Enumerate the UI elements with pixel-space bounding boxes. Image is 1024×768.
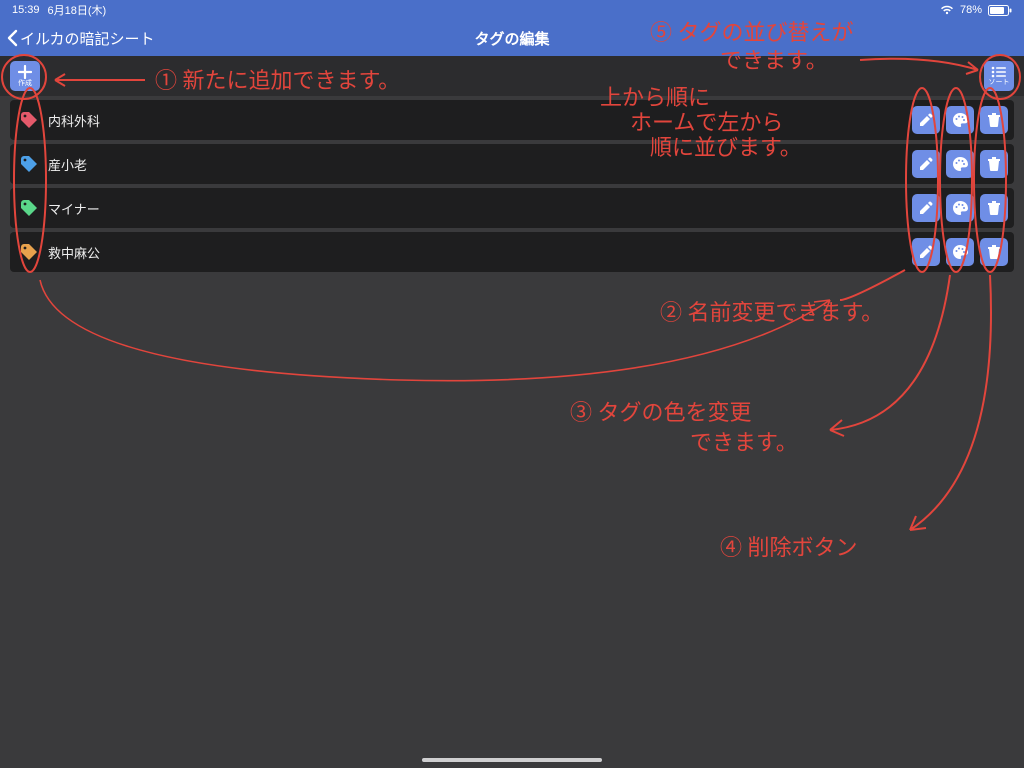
rename-tag-button[interactable] <box>912 194 940 222</box>
trash-icon <box>986 112 1002 128</box>
trash-icon <box>986 244 1002 260</box>
color-tag-button[interactable] <box>946 150 974 178</box>
chevron-left-icon <box>6 29 18 47</box>
trash-icon <box>986 200 1002 216</box>
tag-icon <box>20 199 38 217</box>
tag-list: 内科外科 産小老 マイナー 救中麻 <box>0 100 1024 272</box>
status-time: 15:39 <box>12 4 40 16</box>
annotation-3b: できます。 <box>690 430 798 455</box>
color-tag-button[interactable] <box>946 106 974 134</box>
tag-icon <box>20 111 38 129</box>
annotation-2: ② 名前変更できます。 <box>660 300 883 325</box>
status-battery-pct: 78% <box>960 4 982 16</box>
palette-icon <box>952 156 968 172</box>
edit-icon <box>918 200 934 216</box>
battery-icon <box>988 4 1012 16</box>
rename-tag-button[interactable] <box>912 106 940 134</box>
palette-icon <box>952 244 968 260</box>
create-tag-button[interactable]: 作成 <box>10 61 40 91</box>
color-tag-button[interactable] <box>946 238 974 266</box>
tag-row[interactable]: 産小老 <box>10 144 1014 184</box>
rename-tag-button[interactable] <box>912 150 940 178</box>
edit-icon <box>918 112 934 128</box>
tag-row[interactable]: 救中麻公 <box>10 232 1014 272</box>
tag-name: 産小老 <box>48 155 902 174</box>
status-date: 6月18日(木) <box>48 2 107 18</box>
delete-tag-button[interactable] <box>980 194 1008 222</box>
trash-icon <box>986 156 1002 172</box>
wifi-icon <box>940 4 954 16</box>
palette-icon <box>952 112 968 128</box>
sort-btn-label: ソート <box>989 79 1010 86</box>
back-button[interactable]: イルカの暗記シート <box>0 28 155 49</box>
status-bar: 15:39 6月18日(木) 78% <box>0 0 1024 20</box>
color-tag-button[interactable] <box>946 194 974 222</box>
back-label: イルカの暗記シート <box>20 28 155 49</box>
tag-row[interactable]: 内科外科 <box>10 100 1014 140</box>
plus-icon <box>18 65 32 79</box>
delete-tag-button[interactable] <box>980 106 1008 134</box>
home-indicator[interactable] <box>422 758 602 762</box>
toolbar: 作成 ソート <box>0 56 1024 96</box>
delete-tag-button[interactable] <box>980 238 1008 266</box>
edit-icon <box>918 156 934 172</box>
create-btn-label: 作成 <box>18 80 32 87</box>
sort-tags-button[interactable]: ソート <box>984 61 1014 91</box>
tag-row[interactable]: マイナー <box>10 188 1014 228</box>
list-icon <box>991 66 1007 78</box>
rename-tag-button[interactable] <box>912 238 940 266</box>
annotation-3a: ③ タグの色を変更 <box>570 400 752 425</box>
tag-icon <box>20 155 38 173</box>
delete-tag-button[interactable] <box>980 150 1008 178</box>
tag-name: 救中麻公 <box>48 243 902 262</box>
edit-icon <box>918 244 934 260</box>
annotation-4: ④ 削除ボタン <box>720 535 858 560</box>
palette-icon <box>952 200 968 216</box>
tag-icon <box>20 243 38 261</box>
nav-bar: イルカの暗記シート タグの編集 <box>0 20 1024 56</box>
tag-name: マイナー <box>48 199 902 218</box>
tag-name: 内科外科 <box>48 111 902 130</box>
